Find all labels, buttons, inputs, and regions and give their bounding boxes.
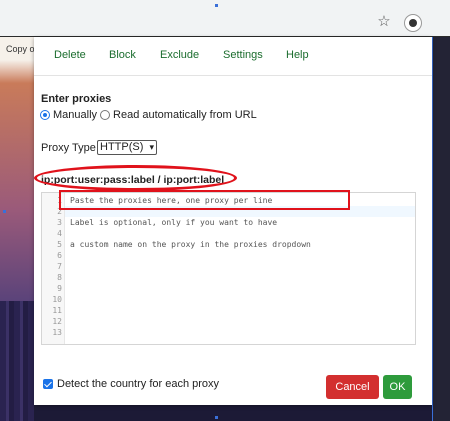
proxy-popup: Delete Block Exclude Settings Help Enter… bbox=[34, 37, 432, 405]
line-number: 7 bbox=[57, 262, 62, 271]
line-number: 8 bbox=[57, 273, 62, 282]
proxy-list-editor[interactable]: 1 2 3 4 5 6 7 8 9 10 11 12 13 Paste the … bbox=[41, 192, 416, 345]
city-skyline bbox=[0, 301, 34, 421]
detect-country-label[interactable]: Detect the country for each proxy bbox=[57, 378, 219, 390]
line-number: 13 bbox=[52, 328, 62, 337]
url-radio[interactable] bbox=[100, 110, 111, 120]
tab-block[interactable]: Block bbox=[109, 49, 136, 61]
url-radio-label[interactable]: Read automatically from URL bbox=[113, 109, 257, 121]
chevron-down-icon: ▾ bbox=[149, 142, 154, 152]
proxy-type-select[interactable]: HTTP(S) ▾ bbox=[97, 140, 157, 155]
manual-radio-label[interactable]: Manually bbox=[53, 109, 97, 121]
tab-delete[interactable]: Delete bbox=[54, 49, 86, 61]
selection-handle bbox=[215, 4, 218, 7]
editor-line: a custom name on the proxy in the proxie… bbox=[70, 240, 311, 249]
line-number: 3 bbox=[57, 218, 62, 227]
annotation-ellipse bbox=[34, 165, 237, 191]
detect-country-checkbox[interactable] bbox=[43, 379, 53, 389]
detect-country-row[interactable]: Detect the country for each proxy bbox=[43, 378, 219, 390]
line-number: 12 bbox=[52, 317, 62, 326]
tab-exclude[interactable]: Exclude bbox=[160, 49, 199, 61]
selection-handle bbox=[215, 416, 218, 419]
proxy-type-value: HTTP(S) bbox=[100, 141, 144, 153]
background-page-left bbox=[0, 37, 34, 421]
line-number: 4 bbox=[57, 229, 62, 238]
line-number: 6 bbox=[57, 251, 62, 260]
line-number-gutter: 1 2 3 4 5 6 7 8 9 10 11 12 13 bbox=[42, 193, 65, 344]
input-mode-group: Manually Read automatically from URL bbox=[40, 108, 257, 122]
tab-help[interactable]: Help bbox=[286, 49, 309, 61]
proxy-extension-icon[interactable] bbox=[404, 14, 422, 32]
address-bar[interactable] bbox=[0, 11, 400, 35]
tab-settings[interactable]: Settings bbox=[223, 49, 263, 61]
enter-proxies-title: Enter proxies bbox=[41, 93, 112, 105]
cancel-button[interactable]: Cancel bbox=[326, 375, 379, 399]
annotation-box bbox=[59, 190, 350, 210]
background-page-right bbox=[432, 37, 450, 421]
line-number: 9 bbox=[57, 284, 62, 293]
editor-line: Label is optional, only if you want to h… bbox=[70, 218, 278, 227]
selection-handle bbox=[3, 210, 6, 213]
line-number: 10 bbox=[52, 295, 62, 304]
popup-tabbar: Delete Block Exclude Settings Help bbox=[34, 37, 432, 76]
star-icon[interactable]: ☆ bbox=[376, 14, 392, 30]
line-number: 5 bbox=[57, 240, 62, 249]
ok-button[interactable]: OK bbox=[383, 375, 412, 399]
manual-radio[interactable] bbox=[40, 110, 50, 120]
background-copy-text: Copy o bbox=[6, 44, 35, 54]
background-page-bottom bbox=[34, 405, 432, 421]
line-number: 11 bbox=[52, 306, 62, 315]
proxy-type-label: Proxy Type bbox=[41, 142, 96, 154]
